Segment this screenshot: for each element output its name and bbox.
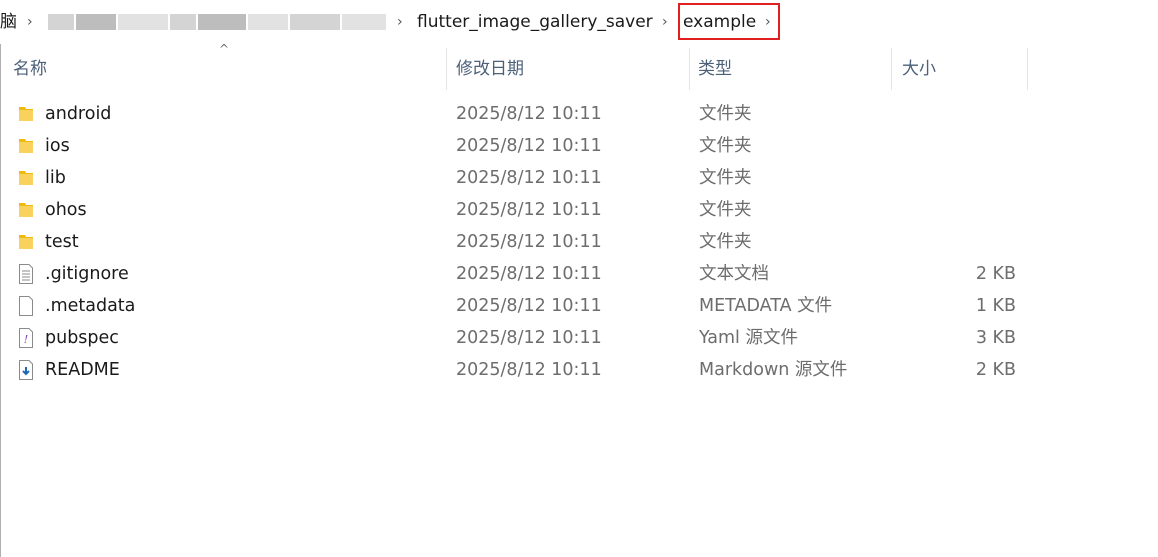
file-modified-date: 2025/8/12 10:11 [456,136,602,156]
file-row[interactable]: ios 2025/8/12 10:11 文件夹 [10,130,1030,162]
file-row[interactable]: .metadata 2025/8/12 10:11 METADATA 文件 1 KB [10,290,1030,322]
chevron-right-icon[interactable]: › [397,11,403,33]
chevron-right-icon[interactable]: › [27,11,33,33]
file-size: 2 KB [975,264,1016,284]
folder-icon [18,136,34,156]
breadcrumb-partial-segment[interactable]: 脑 [0,11,17,33]
file-name: .gitignore [45,264,129,284]
file-type: Yaml 源文件 [699,328,798,348]
folder-icon [18,168,34,188]
column-header-modified[interactable]: 修改日期 [456,48,524,90]
file-name: android [45,104,112,124]
breadcrumb-flutter-image-gallery-saver[interactable]: flutter_image_gallery_saver [417,11,653,33]
file-modified-date: 2025/8/12 10:11 [456,168,602,188]
column-divider[interactable] [1027,48,1028,90]
file-name: README [45,360,120,380]
column-divider[interactable] [891,48,892,90]
yaml-file-icon: ! [18,328,34,348]
svg-text:!: ! [24,333,28,346]
file-row[interactable]: lib 2025/8/12 10:11 文件夹 [10,162,1030,194]
file-name: lib [45,168,66,188]
column-header-size[interactable]: 大小 [902,48,936,90]
file-modified-date: 2025/8/12 10:11 [456,296,602,316]
chevron-right-icon[interactable]: › [662,11,668,33]
file-modified-date: 2025/8/12 10:11 [456,328,602,348]
column-divider[interactable] [446,48,447,90]
file-row[interactable]: ohos 2025/8/12 10:11 文件夹 [10,194,1030,226]
column-header-type[interactable]: 类型 [698,48,732,90]
address-bar[interactable]: 脑 › › flutter_image_gallery_saver › exam… [0,0,1158,44]
file-name: ios [45,136,70,156]
text-file-icon [18,264,34,284]
file-modified-date: 2025/8/12 10:11 [456,264,602,284]
file-type: 文件夹 [699,232,752,252]
file-size: 3 KB [975,328,1016,348]
file-size: 1 KB [975,296,1016,316]
file-type: 文件夹 [699,104,752,124]
folder-icon [18,232,34,252]
column-header-name[interactable]: 名称 [13,48,47,90]
sort-ascending-icon: ^ [219,42,230,56]
column-divider[interactable] [689,48,690,90]
file-type: METADATA 文件 [699,296,833,316]
file-type: Markdown 源文件 [699,360,848,380]
file-size: 2 KB [975,360,1016,380]
file-type: 文件夹 [699,136,752,156]
file-type: 文件夹 [699,168,752,188]
file-modified-date: 2025/8/12 10:11 [456,232,602,252]
folder-icon [18,104,34,124]
file-row[interactable]: test 2025/8/12 10:11 文件夹 [10,226,1030,258]
file-row[interactable]: .gitignore 2025/8/12 10:11 文本文档 2 KB [10,258,1030,290]
file-name: ohos [45,200,87,220]
file-row[interactable]: README 2025/8/12 10:11 Markdown 源文件 2 KB [10,354,1030,386]
blank-file-icon [18,296,34,316]
highlight-box [678,3,780,40]
markdown-file-icon [18,360,34,380]
file-name: pubspec [45,328,119,348]
file-modified-date: 2025/8/12 10:11 [456,104,602,124]
folder-icon [18,200,34,220]
file-type: 文本文档 [699,264,769,284]
column-header-row: ^ 名称 修改日期 类型 大小 [0,42,1158,90]
file-name: .metadata [45,296,136,316]
file-modified-date: 2025/8/12 10:11 [456,200,602,220]
file-name: test [45,232,79,252]
file-row[interactable]: ! pubspec 2025/8/12 10:11 Yaml 源文件 3 KB [10,322,1030,354]
file-type: 文件夹 [699,200,752,220]
file-row[interactable]: android 2025/8/12 10:11 文件夹 [10,98,1030,130]
file-modified-date: 2025/8/12 10:11 [456,360,602,380]
